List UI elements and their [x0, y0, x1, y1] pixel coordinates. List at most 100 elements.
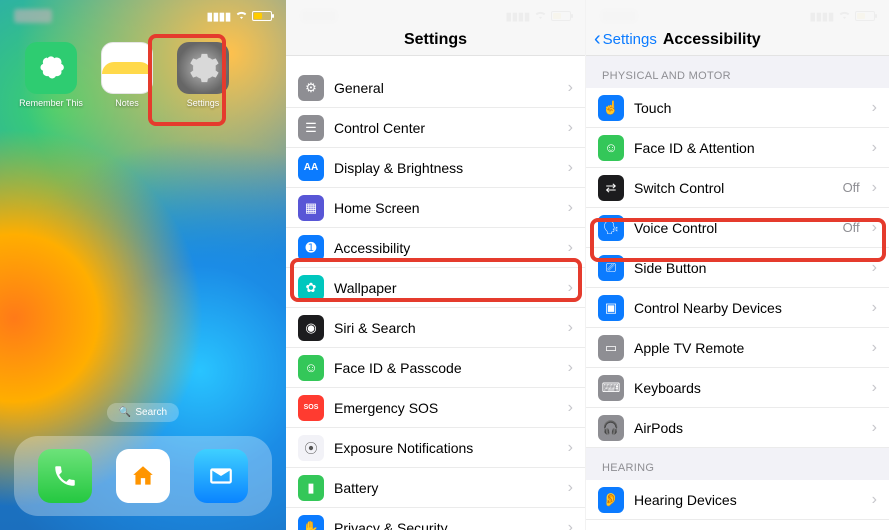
back-button[interactable]: ‹ Settings	[594, 29, 657, 49]
row-label: Privacy & Security	[334, 520, 558, 530]
settings-row-battery[interactable]: ▮ Battery ›	[286, 468, 585, 508]
chevron-right-icon: ›	[568, 479, 573, 497]
row-value: Off	[843, 180, 860, 195]
row-label: Side Button	[634, 260, 862, 276]
back-label: Settings	[603, 31, 657, 48]
status-time-blur	[14, 9, 52, 23]
section-header: HEARING	[586, 448, 889, 480]
row-label: Switch Control	[634, 180, 833, 196]
row-label: General	[334, 80, 558, 96]
signal-icon: ▮▮▮▮	[207, 10, 231, 23]
accessibility-icon: ➊	[298, 235, 324, 261]
settings-row-switch-control[interactable]: ⇄Switch ControlOff›	[586, 168, 889, 208]
wifi-icon	[235, 10, 248, 23]
row-label: Display & Brightness	[334, 160, 558, 176]
gear-icon: ⚙	[298, 75, 324, 101]
settings-row-emergency-sos[interactable]: SOSEmergency SOS›	[286, 388, 585, 428]
battery-icon	[252, 11, 272, 21]
dock-phone[interactable]	[38, 449, 92, 503]
settings-row-siri-search[interactable]: ◉Siri & Search›	[286, 308, 585, 348]
app-label: Remember This	[19, 98, 83, 108]
app-settings[interactable]: Settings	[174, 42, 232, 108]
row-label: AirPods	[634, 420, 862, 436]
virus-icon: ⦿	[298, 435, 324, 461]
chevron-right-icon: ›	[872, 339, 877, 357]
flower-icon: ✿	[298, 275, 324, 301]
settings-row-keyboards[interactable]: ⌨ Keyboards ›	[586, 368, 889, 408]
settings-row-general[interactable]: ⚙ General ›	[286, 68, 585, 108]
toggles-icon: ☰	[298, 115, 324, 141]
dock-home[interactable]	[116, 449, 170, 503]
grid-icon: ▦	[298, 195, 324, 221]
brain-icon	[25, 42, 77, 94]
dock-mail[interactable]	[194, 449, 248, 503]
row-label: Exposure Notifications	[334, 440, 558, 456]
nav-header: Settings	[286, 0, 585, 56]
chevron-right-icon: ›	[568, 119, 573, 137]
dock	[14, 436, 272, 516]
settings-row-voice-control[interactable]: 🗣Voice ControlOff›	[586, 208, 889, 248]
chevron-right-icon: ›	[872, 139, 877, 157]
chevron-right-icon: ›	[872, 99, 877, 117]
settings-row-touch[interactable]: ☝Touch›	[586, 88, 889, 128]
chevron-right-icon: ›	[872, 379, 877, 397]
settings-row-accessibility[interactable]: ➊ Accessibility ›	[286, 228, 585, 268]
row-value: Off	[843, 220, 860, 235]
chevron-left-icon: ‹	[594, 29, 601, 49]
settings-row-control-nearby-devices[interactable]: ▣Control Nearby Devices›	[586, 288, 889, 328]
row-label: Face ID & Attention	[634, 140, 862, 156]
settings-row-hearing-devices[interactable]: 👂Hearing Devices›	[586, 480, 889, 520]
search-label: Search	[135, 407, 167, 418]
hand-icon: ✋	[298, 515, 324, 530]
nav-header: ‹ Settings Accessibility	[586, 0, 889, 56]
chevron-right-icon: ›	[568, 319, 573, 337]
chevron-right-icon: ›	[872, 259, 877, 277]
settings-row-wallpaper[interactable]: ✿Wallpaper›	[286, 268, 585, 308]
keyboard-icon: ⌨	[598, 375, 624, 401]
faceid-icon: ☺	[298, 355, 324, 381]
app-label: Settings	[187, 98, 220, 108]
home-search-pill[interactable]: 🔍 Search	[107, 403, 179, 422]
row-label: Battery	[334, 480, 558, 496]
chevron-right-icon: ›	[872, 491, 877, 509]
ear-icon: 👂	[598, 487, 624, 513]
chevron-right-icon: ›	[872, 299, 877, 317]
settings-row-exposure-notifications[interactable]: ⦿Exposure Notifications›	[286, 428, 585, 468]
settings-row-face-id-passcode[interactable]: ☺Face ID & Passcode›	[286, 348, 585, 388]
chevron-right-icon: ›	[568, 239, 573, 257]
app-label: Notes	[115, 98, 139, 108]
chevron-right-icon: ›	[568, 159, 573, 177]
settings-row-home-screen[interactable]: ▦Home Screen›	[286, 188, 585, 228]
settings-row-control-center[interactable]: ☰Control Center›	[286, 108, 585, 148]
side-btn-icon: ⎚	[598, 255, 624, 281]
section-header: PHYSICAL AND MOTOR	[586, 56, 889, 88]
settings-row-face-id-attention[interactable]: ☺ Face ID & Attention ›	[586, 128, 889, 168]
app-remember-this[interactable]: Remember This	[22, 42, 80, 108]
chevron-right-icon: ›	[872, 219, 877, 237]
row-label: Voice Control	[634, 220, 833, 236]
switch-icon: ⇄	[598, 175, 624, 201]
chevron-right-icon: ›	[872, 419, 877, 437]
row-label: Apple TV Remote	[634, 340, 862, 356]
page-title: Settings	[404, 31, 467, 49]
row-label: Wallpaper	[334, 280, 558, 296]
home-app-row: Remember This Notes Settings	[0, 42, 286, 108]
settings-row-side-button[interactable]: ⎚ Side Button ›	[586, 248, 889, 288]
face-icon: ☺	[598, 135, 624, 161]
settings-row-airpods[interactable]: 🎧 AirPods ›	[586, 408, 889, 448]
chevron-right-icon: ›	[568, 519, 573, 530]
row-label: Keyboards	[634, 380, 862, 396]
battery-icon: ▮	[298, 475, 324, 501]
row-label: Accessibility	[334, 240, 558, 256]
settings-row-display-brightness[interactable]: AADisplay & Brightness›	[286, 148, 585, 188]
settings-row-apple-tv-remote[interactable]: ▭ Apple TV Remote ›	[586, 328, 889, 368]
notes-icon	[101, 42, 153, 94]
app-notes[interactable]: Notes	[98, 42, 156, 108]
settings-row-privacy-security[interactable]: ✋ Privacy & Security ›	[286, 508, 585, 530]
remote-icon: ▭	[598, 335, 624, 361]
airpods-icon: 🎧	[598, 415, 624, 441]
nearby-icon: ▣	[598, 295, 624, 321]
chevron-right-icon: ›	[568, 399, 573, 417]
chevron-right-icon: ›	[568, 79, 573, 97]
page-title: Accessibility	[663, 31, 761, 49]
